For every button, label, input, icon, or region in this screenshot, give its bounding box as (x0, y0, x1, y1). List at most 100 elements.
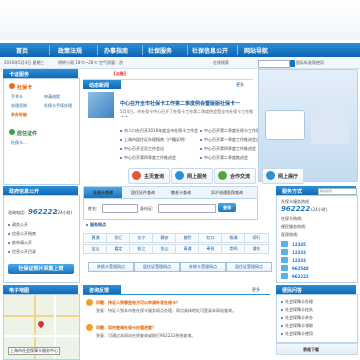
district-cell[interactable]: 宝山 (83, 244, 108, 254)
news-item[interactable]: 中心召开第二季度社保卡工作例会 (200, 128, 264, 134)
faq-more-link[interactable]: 更多 (252, 287, 260, 293)
map-marker-icon[interactable] (36, 319, 46, 329)
faq-answer-2: 答复：可通过本网站在线查询或拨打962222热线查询。 (96, 333, 196, 338)
district-cell[interactable]: 松江 (129, 244, 154, 254)
district-cell[interactable]: 奉贤 (198, 244, 223, 254)
residence-outlet-button[interactable]: 居住证受理网点 (134, 262, 180, 272)
download-item[interactable]: 社会保障卡办理 (281, 299, 313, 305)
residence-title[interactable]: 居住证件 (17, 130, 37, 137)
news-item[interactable]: 中心召开第二季度推进会 (200, 155, 248, 161)
name-input[interactable] (102, 204, 138, 213)
district-cell[interactable]: 浦东 (244, 244, 269, 254)
tab-residence-query[interactable]: 居住证件查询 (124, 187, 162, 198)
nav-item-guide[interactable]: 办事指南 (104, 46, 128, 55)
card-link-4[interactable]: 社保卡手续办理 (44, 103, 72, 109)
district-cell[interactable]: 崇明 (221, 244, 246, 254)
district-cell[interactable]: 金山 (152, 244, 177, 254)
photo-collect-button[interactable]: 社保证照片采集上岗 (8, 264, 74, 274)
news-item[interactable]: 中心召开第四季度工作推进会 (200, 146, 256, 152)
table-download-header: 表格下载 (276, 343, 358, 355)
id-label: 身份证: (140, 206, 154, 211)
district-cell[interactable]: 长宁 (129, 233, 154, 243)
card-icon (9, 83, 15, 89)
news-headline[interactable]: 中心召开全市社保卡工作第二季度例会暨版版社保卡一 (120, 100, 240, 107)
banner-card-illustration (265, 110, 305, 140)
faq-question-2[interactable]: 问题：如何查询社保卡办理进度？ (96, 325, 156, 331)
map-caption: 上海市社会保障卡服务中心 (8, 347, 60, 355)
header-banner (0, 0, 360, 40)
tab-elder-query[interactable]: 敬老卡查询 (164, 187, 198, 198)
card-link-5[interactable]: 补办补缺 (11, 112, 27, 118)
gov-info-item[interactable]: 信息公开指南 (8, 231, 36, 237)
map-header: 电子地图 (3, 285, 78, 294)
district-cell[interactable]: 徐汇 (106, 233, 131, 243)
card-outlet-button-2[interactable]: 补换卡受理网点 (180, 262, 226, 272)
card-link-3[interactable]: 办理须知 (11, 103, 27, 109)
residence-link[interactable]: 社保卡... (11, 140, 27, 146)
download-item[interactable]: 社会保障卡补办 (281, 315, 313, 321)
nav-item-home[interactable]: 首页 (16, 46, 28, 55)
id-input[interactable] (158, 204, 216, 213)
news-item[interactable]: 上海市居住证办理指南（户籍证明） (120, 137, 188, 143)
card-link-2[interactable]: 申请流程 (44, 94, 60, 100)
news-item[interactable]: 中心召开第一季度工作推进会议 (200, 137, 260, 143)
main-nav: 首页 政策法规 办事指南 社保服务 社保信息公开 网站导航 (0, 43, 360, 57)
question-icon (86, 299, 93, 306)
download-item[interactable]: 社会保障卡挂失 (281, 307, 313, 313)
map-road (4, 315, 79, 317)
faq-divider (83, 294, 270, 295)
nav-item-policy[interactable]: 政策法规 (58, 46, 82, 55)
query-form: 姓名: 身份证: 查询 (83, 198, 258, 220)
card-link-1[interactable]: 手术卡 (11, 94, 23, 100)
banner-person-illustration (311, 104, 349, 144)
hotline-code: 962548 (292, 266, 309, 271)
tab-medical-query[interactable]: 异沪流通医保查询 (198, 187, 256, 198)
phone-icon (281, 265, 288, 271)
nav-item-disclosure[interactable]: 社保信息公开 (192, 46, 228, 55)
right-phone-note: (24小时) (311, 207, 328, 212)
district-cell[interactable]: 黄浦 (83, 233, 108, 243)
district-cell[interactable]: 青浦 (175, 244, 200, 254)
right-phone-number: 962222 (281, 205, 311, 213)
district-cell[interactable]: 杨浦 (221, 233, 246, 243)
site-search-input[interactable] (258, 60, 290, 68)
faq-question-1[interactable]: 问题：持证人到哪些地方可以申请补发社保卡？ (96, 300, 180, 306)
right-search-input[interactable]: 网站搜索 (318, 188, 357, 195)
nav-item-sitemap[interactable]: 网站导航 (244, 46, 268, 55)
news-item[interactable]: 市人口办召开2016年度全市社保卡工作会 (120, 128, 198, 134)
district-cell[interactable]: 普陀 (175, 233, 200, 243)
card-title[interactable]: 社保卡 (17, 84, 32, 91)
residence-outlet-button-2[interactable]: 居住证受理网点 (226, 262, 272, 272)
news-header: 动态新闻 (83, 80, 121, 89)
district-cell[interactable]: 闵行 (244, 233, 269, 243)
faq-answer-1: 答复：持证人到本市各社保卡服务网点办理，网点具体地址可登录本网站查询。 (96, 308, 236, 313)
map-box[interactable]: 上海市社会保障卡服务中心 (3, 294, 80, 360)
query-icon (132, 171, 141, 180)
news-more-link[interactable]: 更多 (236, 82, 244, 88)
hotline-code: 12333 (292, 250, 306, 255)
hotline-code: 962222 (292, 274, 309, 279)
nav-item-service[interactable]: 社保服务 (148, 46, 172, 55)
district-cell[interactable]: 静安 (152, 233, 177, 243)
gov-info-item[interactable]: 政务公开 (8, 222, 28, 228)
quick-query-button[interactable]: 主页查询 (128, 168, 170, 184)
news-item[interactable]: 中心召开第四季度工作推进会 (120, 155, 176, 161)
query-submit-button[interactable]: 查询 (218, 203, 236, 212)
quick-cooperate-button[interactable]: 合作交流 (214, 168, 256, 184)
gov-info-item[interactable]: 信息公开目录 (8, 249, 36, 255)
online-service-icon (175, 171, 184, 180)
search-button[interactable] (290, 60, 295, 67)
downloads-header: 便民问答 (276, 285, 356, 294)
card-outlet-button[interactable]: 补换卡受理网点 (88, 262, 134, 272)
gov-info-item[interactable]: 依申请公开 (8, 240, 32, 246)
download-item[interactable]: 社会保障卡领取 (281, 323, 313, 329)
district-cell[interactable]: 虹口 (198, 233, 223, 243)
download-item[interactable]: 社会保障卡使用 (281, 331, 313, 337)
news-item[interactable]: 中心召开全员工作会议 (120, 146, 164, 152)
tab-card-query[interactable]: 社保卡查询 (84, 187, 122, 198)
residence-icon (9, 129, 15, 135)
quick-hall-button[interactable]: 网上展厅 (262, 168, 304, 184)
district-cell[interactable]: 嘉定 (106, 244, 131, 254)
hotline-label-1: 社保卡热线: (281, 216, 303, 221)
quick-online-service-button[interactable]: 网上服务 (171, 168, 213, 184)
